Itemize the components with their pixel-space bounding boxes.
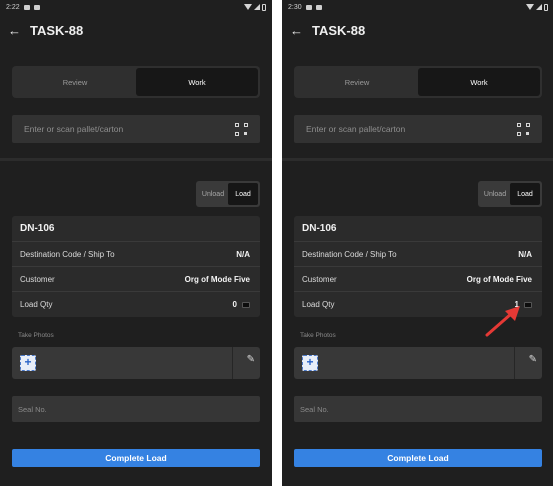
app-bar: ← TASK-88 [0,14,272,46]
destination-row: Destination Code / Ship To N/A [294,242,542,267]
row-label: Destination Code / Ship To [20,249,115,259]
scan-input[interactable]: Enter or scan pallet/carton [294,115,542,143]
row-label: Customer [302,274,337,284]
delivery-card: DN-106 Destination Code / Ship To N/A Cu… [12,216,260,317]
arrow-left-icon[interactable]: ← [8,23,21,38]
load-toggle: Unload Load [478,181,542,207]
keyboard-icon[interactable] [242,301,250,308]
row-label: Load Qty [302,300,335,309]
destination-row: Destination Code / Ship To N/A [12,242,260,267]
photo-strip: + ✎ [12,347,260,379]
photo-divider [232,347,233,379]
row-label: Customer [20,274,55,284]
row-value: Org of Mode Five [184,274,250,284]
delivery-card: DN-106 Destination Code / Ship To N/A Cu… [294,216,542,317]
load-option[interactable]: Load [228,183,258,205]
page-title: TASK-88 [30,22,84,38]
notification-icon [315,4,322,10]
delivery-number: DN-106 [294,216,542,242]
load-qty-value: 0 [232,300,237,309]
plus-icon[interactable]: + [302,355,318,371]
status-bar: 2:30 [282,0,553,14]
row-label: Load Qty [20,300,53,309]
unload-option[interactable]: Unload [198,183,228,205]
arrow-left-icon[interactable]: ← [290,23,303,38]
photos-label: Take Photos [300,332,336,339]
battery-icon [262,3,266,11]
seal-placeholder: Seal No. [18,404,47,414]
customer-row: Customer Org of Mode Five [294,267,542,292]
app-bar: ← TASK-88 [282,14,553,46]
scan-placeholder: Enter or scan pallet/carton [24,124,124,134]
annotation-arrow-icon [485,306,520,337]
load-option[interactable]: Load [510,183,540,205]
keyboard-icon[interactable] [524,301,532,308]
seal-placeholder: Seal No. [300,404,329,414]
signal-icon [536,4,542,10]
plus-icon[interactable]: + [20,355,36,371]
status-bar: 2:22 [0,0,272,14]
photo-divider [514,347,515,379]
complete-load-button[interactable]: Complete Load [12,449,260,467]
qr-code-icon[interactable] [235,122,248,136]
tab-work[interactable]: Work [136,68,258,96]
load-qty-row: Load Qty 0 [12,292,260,317]
delivery-number: DN-106 [12,216,260,242]
tab-review[interactable]: Review [296,68,418,96]
section-divider [0,158,272,161]
wifi-icon [526,4,534,10]
seal-number-input[interactable]: Seal No. [294,396,542,422]
row-value: N/A [236,249,250,259]
scan-placeholder: Enter or scan pallet/carton [306,124,406,134]
photos-label: Take Photos [18,332,54,339]
pencil-icon[interactable]: ✎ [529,354,537,365]
screen-before: 2:22 ← TASK-88 Review Work Enter or scan… [0,0,272,486]
row-value: Org of Mode Five [466,274,532,284]
row-label: Destination Code / Ship To [302,249,397,259]
notification-icon [23,4,30,10]
scan-input[interactable]: Enter or scan pallet/carton [12,115,260,143]
notification-icon [305,4,312,10]
qr-code-icon[interactable] [517,122,530,136]
photo-strip: + ✎ [294,347,542,379]
pencil-icon[interactable]: ✎ [247,354,255,365]
load-toggle: Unload Load [196,181,260,207]
complete-load-button[interactable]: Complete Load [294,449,542,467]
signal-icon [254,4,260,10]
tab-review[interactable]: Review [14,68,136,96]
row-value: N/A [518,249,532,259]
mode-segmented-control: Review Work [12,66,260,98]
seal-number-input[interactable]: Seal No. [12,396,260,422]
section-divider [282,158,553,161]
status-time: 2:30 [288,3,302,11]
screen-after: 2:30 ← TASK-88 Review Work Enter or scan… [282,0,553,486]
battery-icon [544,3,548,11]
status-time: 2:22 [6,3,20,11]
tab-work[interactable]: Work [418,68,540,96]
unload-option[interactable]: Unload [480,183,510,205]
customer-row: Customer Org of Mode Five [12,267,260,292]
page-title: TASK-88 [312,22,366,38]
mode-segmented-control: Review Work [294,66,542,98]
wifi-icon [244,4,252,10]
notification-icon [33,4,40,10]
